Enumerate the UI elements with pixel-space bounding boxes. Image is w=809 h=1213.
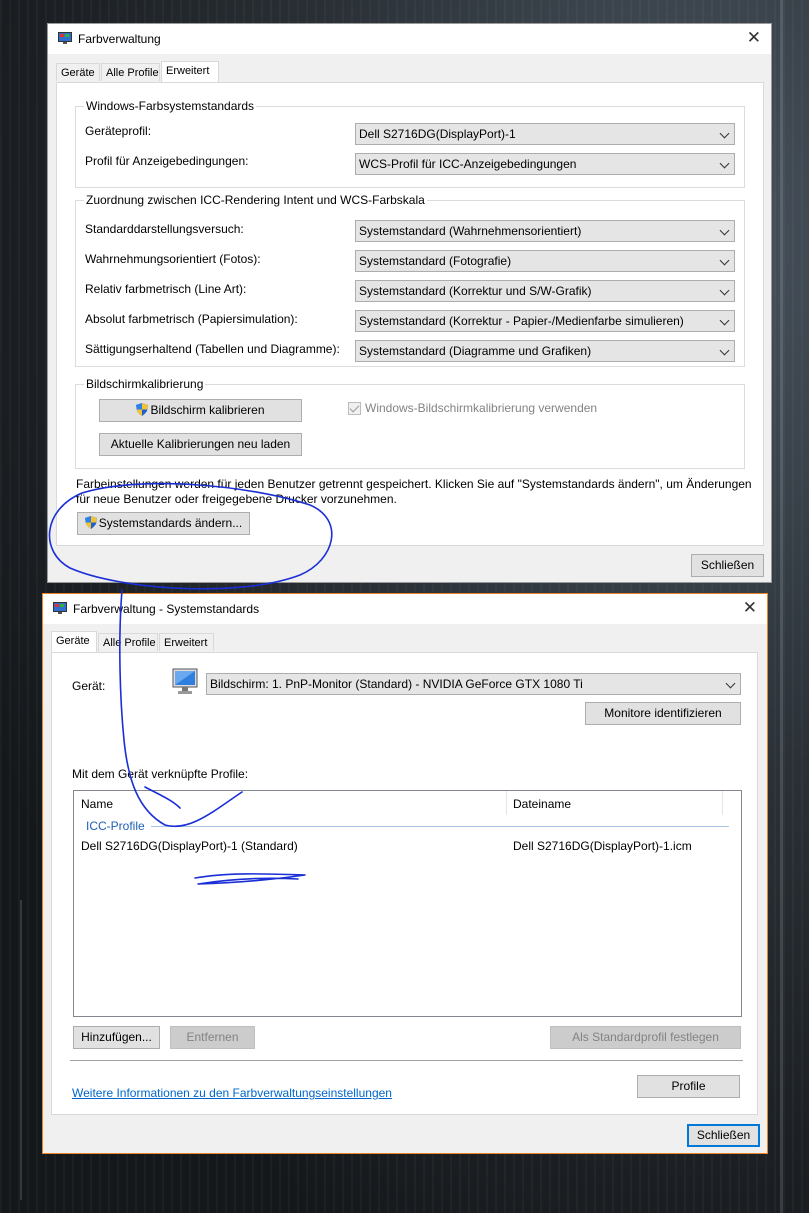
device-dropdown[interactable]: Bildschirm: 1. PnP-Monitor (Standard) - … — [206, 673, 741, 695]
use-windows-calibration-checkbox[interactable] — [348, 402, 361, 415]
group-legend: Zuordnung zwischen ICC-Rendering Intent … — [84, 193, 427, 207]
divider — [70, 1060, 743, 1061]
group-legend: Windows-Farbsystemstandards — [84, 99, 257, 113]
profiles-list[interactable]: Name Dateiname ICC-Profile Dell S2716DG(… — [73, 790, 742, 1017]
change-system-defaults-button[interactable]: Systemstandards ändern... — [77, 512, 250, 535]
advanced-panel: Windows-Farbsystemstandards Geräteprofil… — [56, 82, 764, 546]
column-header-filename[interactable]: Dateiname — [513, 797, 571, 811]
column-header-name[interactable]: Name — [81, 797, 113, 811]
tab-all-profiles[interactable]: Alle Profile — [98, 633, 158, 651]
chevron-down-icon — [719, 315, 730, 326]
relative-intent-dropdown[interactable]: Systemstandard (Korrektur und S/W-Grafik… — [355, 280, 735, 302]
title-bar: Farbverwaltung ✕ — [48, 24, 771, 54]
intent-label: Wahrnehmungsorientiert (Fotos): — [85, 252, 261, 266]
add-button[interactable]: Hinzufügen... — [73, 1026, 160, 1049]
dropdown-value: Systemstandard (Korrektur - Papier-/Medi… — [359, 314, 684, 328]
absolute-intent-dropdown[interactable]: Systemstandard (Korrektur - Papier-/Medi… — [355, 310, 735, 332]
more-info-link[interactable]: Weitere Informationen zu den Farbverwalt… — [72, 1086, 392, 1100]
tab-advanced[interactable]: Erweitert — [159, 633, 214, 651]
uac-shield-icon — [136, 403, 149, 416]
identify-monitors-button[interactable]: Monitore identifizieren — [585, 702, 741, 725]
color-management-window: Farbverwaltung ✕ Geräte Alle Profile Erw… — [47, 23, 772, 583]
display-calibration-group: Bildschirmkalibrierung Bildschirm kalibr… — [75, 377, 745, 469]
tab-all-profiles[interactable]: Alle Profile — [101, 63, 160, 81]
chevron-down-icon — [719, 345, 730, 356]
monitor-icon — [58, 32, 72, 44]
tab-devices[interactable]: Geräte — [56, 63, 100, 81]
chevron-down-icon — [725, 678, 736, 689]
close-button[interactable]: Schließen — [687, 1124, 760, 1147]
close-button[interactable]: Schließen — [691, 554, 764, 577]
dropdown-value: Dell S2716DG(DisplayPort)-1 — [359, 127, 516, 141]
chevron-down-icon — [719, 158, 730, 169]
windows-color-defaults-group: Windows-Farbsystemstandards Geräteprofil… — [75, 99, 745, 188]
perceptual-intent-dropdown[interactable]: Systemstandard (Fotografie) — [355, 250, 735, 272]
devices-panel: Gerät: Bildschirm: 1. PnP-Monitor (Stand… — [51, 652, 758, 1115]
chevron-down-icon — [719, 255, 730, 266]
tab-bar: Geräte Alle Profile Erweitert — [56, 61, 256, 83]
group-divider — [151, 826, 729, 827]
dropdown-value: Systemstandard (Diagramme und Grafiken) — [359, 344, 592, 358]
info-text-line1: Farbeinstellungen werden für jeden Benut… — [76, 477, 752, 491]
monitor-icon — [53, 602, 67, 614]
dropdown-value: Systemstandard (Wahrnehmensorientiert) — [359, 224, 582, 238]
dropdown-value: Systemstandard (Fotografie) — [359, 254, 512, 268]
close-icon[interactable]: ✕ — [743, 599, 757, 616]
window-title: Farbverwaltung — [78, 32, 161, 46]
table-row[interactable]: Dell S2716DG(DisplayPort)-1 (Standard) D… — [74, 837, 741, 855]
intent-label: Absolut farbmetrisch (Papiersimulation): — [85, 312, 298, 326]
viewing-conditions-label: Profil für Anzeigebedingungen: — [85, 154, 249, 168]
device-label: Gerät: — [72, 679, 106, 693]
title-bar: Farbverwaltung - Systemstandards ✕ — [43, 594, 767, 624]
viewing-conditions-dropdown[interactable]: WCS-Profil für ICC-Anzeigebedingungen — [355, 153, 735, 175]
icc-profiles-group-label: ICC-Profile — [86, 819, 145, 833]
remove-button[interactable]: Entfernen — [170, 1026, 255, 1049]
system-defaults-window: Farbverwaltung - Systemstandards ✕ Gerät… — [42, 593, 768, 1154]
tab-devices[interactable]: Geräte — [51, 631, 97, 653]
column-divider — [722, 791, 723, 815]
tab-bar: Geräte Alle Profile Erweitert — [51, 631, 251, 653]
button-label: Systemstandards ändern... — [98, 516, 243, 530]
monitor-device-icon — [172, 668, 198, 694]
rendering-intent-group: Zuordnung zwischen ICC-Rendering Intent … — [75, 193, 745, 367]
associated-profiles-heading: Mit dem Gerät verknüpfte Profile: — [72, 767, 249, 781]
profiles-button[interactable]: Profile — [637, 1075, 740, 1098]
column-divider[interactable] — [506, 791, 507, 815]
calibrate-display-button[interactable]: Bildschirm kalibrieren — [99, 399, 302, 422]
button-label: Bildschirm kalibrieren — [150, 403, 265, 417]
info-text-line2: für neue Benutzer oder freigegebene Druc… — [76, 492, 397, 506]
group-legend: Bildschirmkalibrierung — [84, 377, 206, 391]
device-profile-label: Geräteprofil: — [85, 124, 152, 138]
chevron-down-icon — [719, 128, 730, 139]
tab-advanced[interactable]: Erweitert — [161, 61, 219, 83]
saturation-intent-dropdown[interactable]: Systemstandard (Diagramme und Grafiken) — [355, 340, 735, 362]
close-icon[interactable]: ✕ — [747, 29, 761, 46]
intent-label: Relativ farbmetrisch (Line Art): — [85, 282, 247, 296]
chevron-down-icon — [719, 225, 730, 236]
uac-shield-icon — [84, 516, 97, 529]
reload-calibrations-button[interactable]: Aktuelle Kalibrierungen neu laden — [99, 433, 302, 456]
intent-label: Sättigungserhaltend (Tabellen und Diagra… — [85, 342, 340, 356]
dropdown-value: Systemstandard (Korrektur und S/W-Grafik… — [359, 284, 592, 298]
dropdown-value: Bildschirm: 1. PnP-Monitor (Standard) - … — [210, 677, 583, 691]
set-default-profile-button[interactable]: Als Standardprofil festlegen — [550, 1026, 741, 1049]
chevron-down-icon — [719, 285, 730, 296]
window-title: Farbverwaltung - Systemstandards — [73, 602, 260, 616]
profile-file-cell: Dell S2716DG(DisplayPort)-1.icm — [513, 839, 692, 853]
device-profile-dropdown[interactable]: Dell S2716DG(DisplayPort)-1 — [355, 123, 735, 145]
default-intent-dropdown[interactable]: Systemstandard (Wahrnehmensorientiert) — [355, 220, 735, 242]
profile-name-cell: Dell S2716DG(DisplayPort)-1 (Standard) — [81, 839, 298, 853]
checkbox-label: Windows-Bildschirmkalibrierung verwenden — [365, 401, 598, 415]
intent-label: Standarddarstellungsversuch: — [85, 222, 244, 236]
dropdown-value: WCS-Profil für ICC-Anzeigebedingungen — [359, 157, 577, 171]
